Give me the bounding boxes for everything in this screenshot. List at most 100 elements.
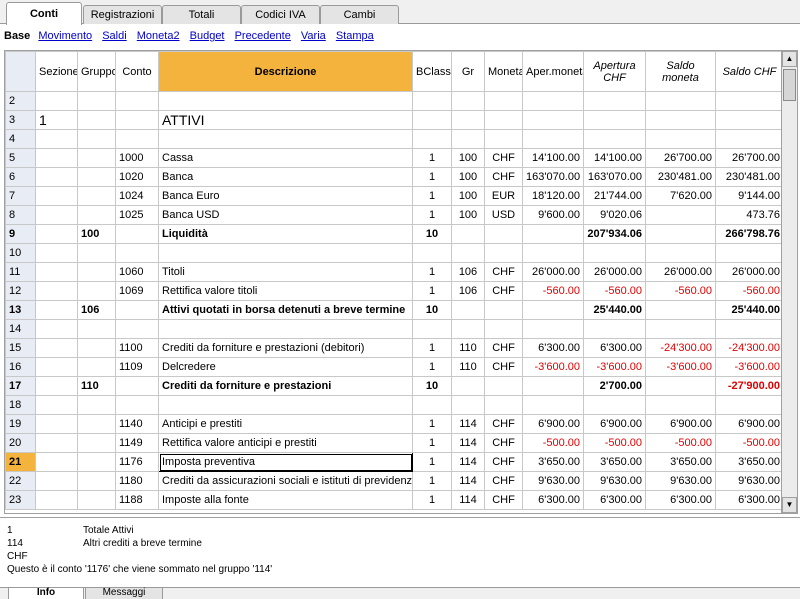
cell-gruppo[interactable] bbox=[77, 186, 116, 206]
table-row[interactable]: 4 bbox=[5, 129, 781, 149]
cell-conto[interactable]: 1100 bbox=[115, 338, 159, 358]
row-number[interactable]: 21 bbox=[5, 452, 36, 472]
cell-gr[interactable]: 100 bbox=[451, 148, 485, 168]
cell-gruppo[interactable] bbox=[77, 357, 116, 377]
cell-gr[interactable] bbox=[451, 224, 485, 244]
cell-bclasse[interactable]: 1 bbox=[412, 262, 452, 282]
cell-saldochf[interactable]: 25'440.00 bbox=[715, 300, 781, 320]
row-number[interactable]: 6 bbox=[5, 167, 36, 187]
cell-aper[interactable]: -560.00 bbox=[522, 281, 584, 301]
table-row[interactable]: 17 110 Crediti da forniture e prestazioni 1… bbox=[5, 376, 781, 396]
cell-gruppo[interactable] bbox=[77, 110, 116, 130]
cell-gr[interactable]: 110 bbox=[451, 357, 485, 377]
row-number[interactable]: 8 bbox=[5, 205, 36, 225]
table-row[interactable]: 20 1149 Rettifica valore anticipi e presti… bbox=[5, 433, 781, 453]
cell-moneta[interactable] bbox=[484, 395, 523, 415]
cell-moneta[interactable] bbox=[484, 376, 523, 396]
cell-descrizione[interactable]: Titoli bbox=[158, 262, 413, 282]
cell-bclasse[interactable]: 1 bbox=[412, 357, 452, 377]
table-row[interactable]: 14 bbox=[5, 319, 781, 339]
cell-saldochf[interactable]: 6'900.00 bbox=[715, 414, 781, 434]
cell-aper[interactable]: 163'070.00 bbox=[522, 167, 584, 187]
cell-saldom[interactable] bbox=[645, 110, 716, 130]
cell-bclasse[interactable] bbox=[412, 243, 452, 263]
col-bclasse[interactable]: BClasse bbox=[412, 51, 452, 92]
cell-saldom[interactable]: 6'300.00 bbox=[645, 490, 716, 510]
cell-apchf[interactable]: 6'900.00 bbox=[583, 414, 646, 434]
cell-sezione[interactable] bbox=[35, 205, 78, 225]
cell-saldom[interactable]: 6'900.00 bbox=[645, 414, 716, 434]
cell-gr[interactable] bbox=[451, 395, 485, 415]
cell-sezione[interactable] bbox=[35, 319, 78, 339]
cell-moneta[interactable]: CHF bbox=[484, 262, 523, 282]
cell-aper[interactable] bbox=[522, 376, 584, 396]
cell-saldochf[interactable]: -500.00 bbox=[715, 433, 781, 453]
tab-codici-iva[interactable]: Codici IVA bbox=[241, 5, 320, 24]
cell-saldochf[interactable]: 230'481.00 bbox=[715, 167, 781, 187]
cell-descrizione[interactable]: ATTIVI bbox=[158, 110, 413, 130]
cell-gruppo[interactable]: 100 bbox=[77, 224, 116, 244]
cell-gr[interactable]: 100 bbox=[451, 167, 485, 187]
cell-moneta[interactable] bbox=[484, 91, 523, 111]
cell-moneta[interactable]: CHF bbox=[484, 338, 523, 358]
scroll-thumb[interactable] bbox=[783, 69, 796, 101]
cell-descrizione[interactable]: Crediti da assicurazioni sociali e istit… bbox=[158, 471, 413, 491]
cell-gr[interactable]: 106 bbox=[451, 262, 485, 282]
cell-descrizione[interactable]: Banca USD bbox=[158, 205, 413, 225]
table-row[interactable]: 21 1176 Imposta preventiva 1 114 CHF 3'650.00 3… bbox=[5, 452, 781, 472]
cell-conto[interactable]: 1024 bbox=[115, 186, 159, 206]
cell-moneta[interactable] bbox=[484, 300, 523, 320]
cell-saldochf[interactable]: -24'300.00 bbox=[715, 338, 781, 358]
table-row[interactable]: 12 1069 Rettifica valore titoli 1 106 CHF -560… bbox=[5, 281, 781, 301]
cell-saldochf[interactable] bbox=[715, 129, 781, 149]
cell-bclasse[interactable] bbox=[412, 91, 452, 111]
col-gruppo[interactable]: Gruppo bbox=[77, 51, 116, 92]
cell-gruppo[interactable] bbox=[77, 414, 116, 434]
cell-conto[interactable]: 1180 bbox=[115, 471, 159, 491]
table-row[interactable]: 16 1109 Delcredere 1 110 CHF -3'600.00 -3'600.0… bbox=[5, 357, 781, 377]
cell-sezione[interactable] bbox=[35, 281, 78, 301]
col-sezione[interactable]: Sezione bbox=[35, 51, 78, 92]
row-number[interactable]: 10 bbox=[5, 243, 36, 263]
cell-gruppo[interactable] bbox=[77, 148, 116, 168]
tab-messaggi[interactable]: Messaggi bbox=[85, 588, 163, 599]
cell-bclasse[interactable]: 1 bbox=[412, 433, 452, 453]
cell-aper[interactable] bbox=[522, 110, 584, 130]
cell-descrizione[interactable]: Cassa bbox=[158, 148, 413, 168]
cell-apchf[interactable] bbox=[583, 91, 646, 111]
cell-saldom[interactable]: 7'620.00 bbox=[645, 186, 716, 206]
col-moneta[interactable]: Moneta bbox=[484, 51, 523, 92]
col-apertura-chf[interactable]: Apertura CHF bbox=[583, 51, 646, 92]
cell-saldochf[interactable]: 9'144.00 bbox=[715, 186, 781, 206]
cell-conto[interactable] bbox=[115, 243, 159, 263]
cell-descrizione[interactable]: Banca Euro bbox=[158, 186, 413, 206]
col-gr[interactable]: Gr bbox=[451, 51, 485, 92]
cell-conto[interactable]: 1060 bbox=[115, 262, 159, 282]
row-number[interactable]: 4 bbox=[5, 129, 36, 149]
row-number[interactable]: 11 bbox=[5, 262, 36, 282]
cell-descrizione[interactable]: Banca bbox=[158, 167, 413, 187]
cell-saldom[interactable] bbox=[645, 91, 716, 111]
cell-saldom[interactable] bbox=[645, 376, 716, 396]
view-precedente[interactable]: Precedente bbox=[235, 30, 291, 42]
cell-saldom[interactable]: -500.00 bbox=[645, 433, 716, 453]
cell-aper[interactable]: 18'120.00 bbox=[522, 186, 584, 206]
cell-descrizione[interactable]: Rettifica valore anticipi e prestiti bbox=[158, 433, 413, 453]
cell-saldom[interactable] bbox=[645, 395, 716, 415]
cell-gr[interactable] bbox=[451, 110, 485, 130]
cell-apchf[interactable]: 9'630.00 bbox=[583, 471, 646, 491]
cell-descrizione[interactable] bbox=[158, 395, 413, 415]
row-number[interactable]: 15 bbox=[5, 338, 36, 358]
cell-gr[interactable] bbox=[451, 129, 485, 149]
cell-gruppo[interactable] bbox=[77, 262, 116, 282]
cell-saldom[interactable] bbox=[645, 205, 716, 225]
table-row[interactable]: 11 1060 Titoli 1 106 CHF 26'000.00 26'000.00 26'… bbox=[5, 262, 781, 282]
cell-sezione[interactable] bbox=[35, 414, 78, 434]
cell-sezione[interactable] bbox=[35, 338, 78, 358]
cell-apchf[interactable]: 207'934.06 bbox=[583, 224, 646, 244]
cell-conto[interactable] bbox=[115, 224, 159, 244]
cell-saldom[interactable]: 3'650.00 bbox=[645, 452, 716, 472]
cell-apchf[interactable] bbox=[583, 243, 646, 263]
cell-saldochf[interactable] bbox=[715, 110, 781, 130]
cell-conto[interactable]: 1149 bbox=[115, 433, 159, 453]
